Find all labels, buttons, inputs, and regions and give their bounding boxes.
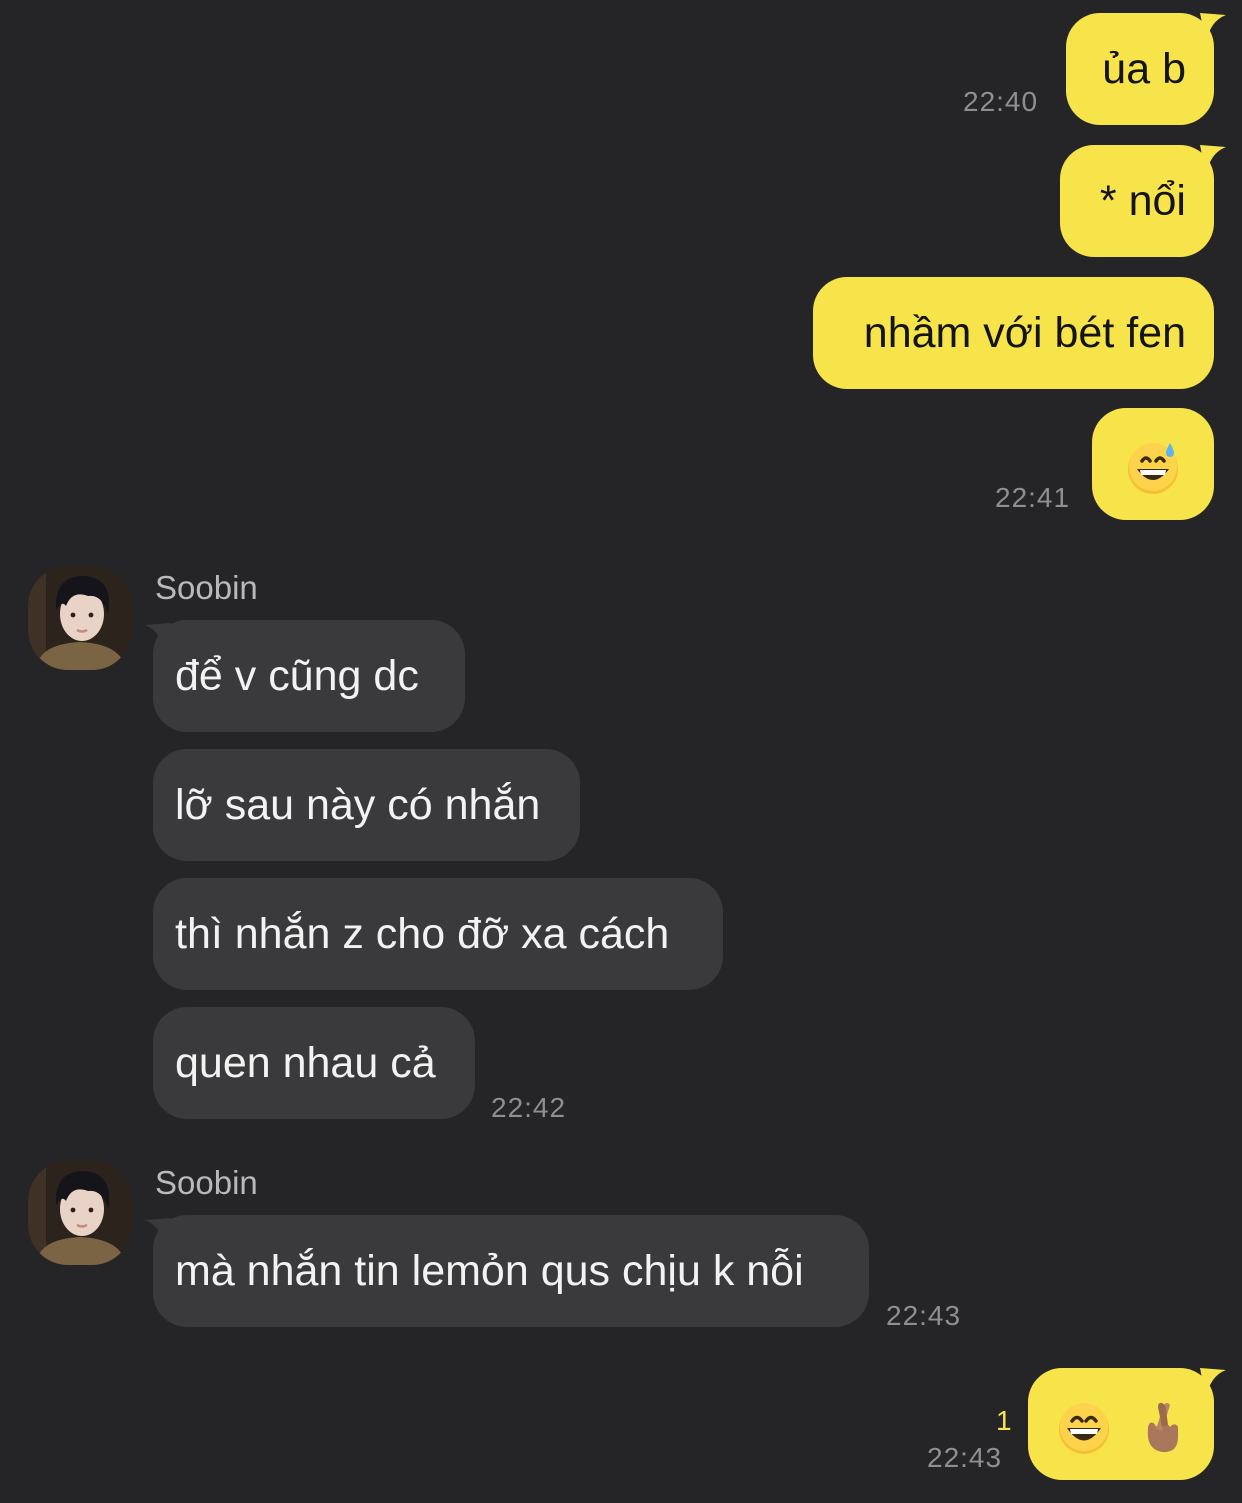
incoming-message-bubble[interactable]: quen nhau cả xyxy=(153,1007,475,1119)
profile-photo xyxy=(28,1161,132,1265)
message-text: mà nhắn tin lemỏn qus chịu k nỗi xyxy=(175,1247,804,1295)
outgoing-message-bubble[interactable]: * nổi xyxy=(1060,145,1214,257)
sender-name: Soobin xyxy=(155,1164,258,1201)
bubble-tail xyxy=(1200,145,1226,175)
incoming-message-bubble[interactable]: lỡ sau này có nhắn xyxy=(153,749,580,861)
chat-screen: ủa b 22:40 * nổi nhầm với bét fen 22:41 xyxy=(0,0,1242,1503)
timestamp: 22:42 xyxy=(491,1092,567,1123)
profile-photo xyxy=(28,566,132,670)
message-text: lỡ sau này có nhắn xyxy=(175,781,541,829)
outgoing-message-bubble[interactable]: nhầm với bét fen xyxy=(813,277,1214,389)
grinning-face-emoji xyxy=(1059,1402,1110,1454)
timestamp: 22:43 xyxy=(927,1442,1003,1473)
grinning-face-with-sweat-emoji xyxy=(1128,442,1178,494)
message-text: ủa b xyxy=(1102,45,1186,93)
timestamp: 22:40 xyxy=(963,86,1039,117)
avatar[interactable] xyxy=(28,566,132,670)
outgoing-emoji-bubble[interactable] xyxy=(1092,408,1214,520)
message-text: quen nhau cả xyxy=(175,1039,436,1087)
message-text: để v cũng dc xyxy=(175,652,419,700)
avatar[interactable] xyxy=(28,1161,132,1265)
crossed-fingers-emoji xyxy=(1147,1402,1178,1452)
timestamp: 22:41 xyxy=(995,482,1071,513)
unread-count: 1 xyxy=(996,1405,1012,1436)
message-text: * nổi xyxy=(1099,177,1186,225)
incoming-message-bubble[interactable]: để v cũng dc xyxy=(153,620,465,732)
outgoing-message-bubble[interactable]: ủa b xyxy=(1066,13,1214,125)
incoming-message-bubble[interactable]: mà nhắn tin lemỏn qus chịu k nỗi xyxy=(153,1215,869,1327)
message-text: nhầm với bét fen xyxy=(863,309,1186,357)
bubble-tail xyxy=(1200,13,1226,43)
message-text: thì nhắn z cho đỡ xa cách xyxy=(175,910,670,958)
outgoing-emoji-bubble[interactable] xyxy=(1028,1368,1214,1480)
bubble-tail xyxy=(1200,1368,1226,1398)
timestamp: 22:43 xyxy=(886,1300,962,1331)
incoming-message-bubble[interactable]: thì nhắn z cho đỡ xa cách xyxy=(153,878,723,990)
sender-name: Soobin xyxy=(155,569,258,606)
